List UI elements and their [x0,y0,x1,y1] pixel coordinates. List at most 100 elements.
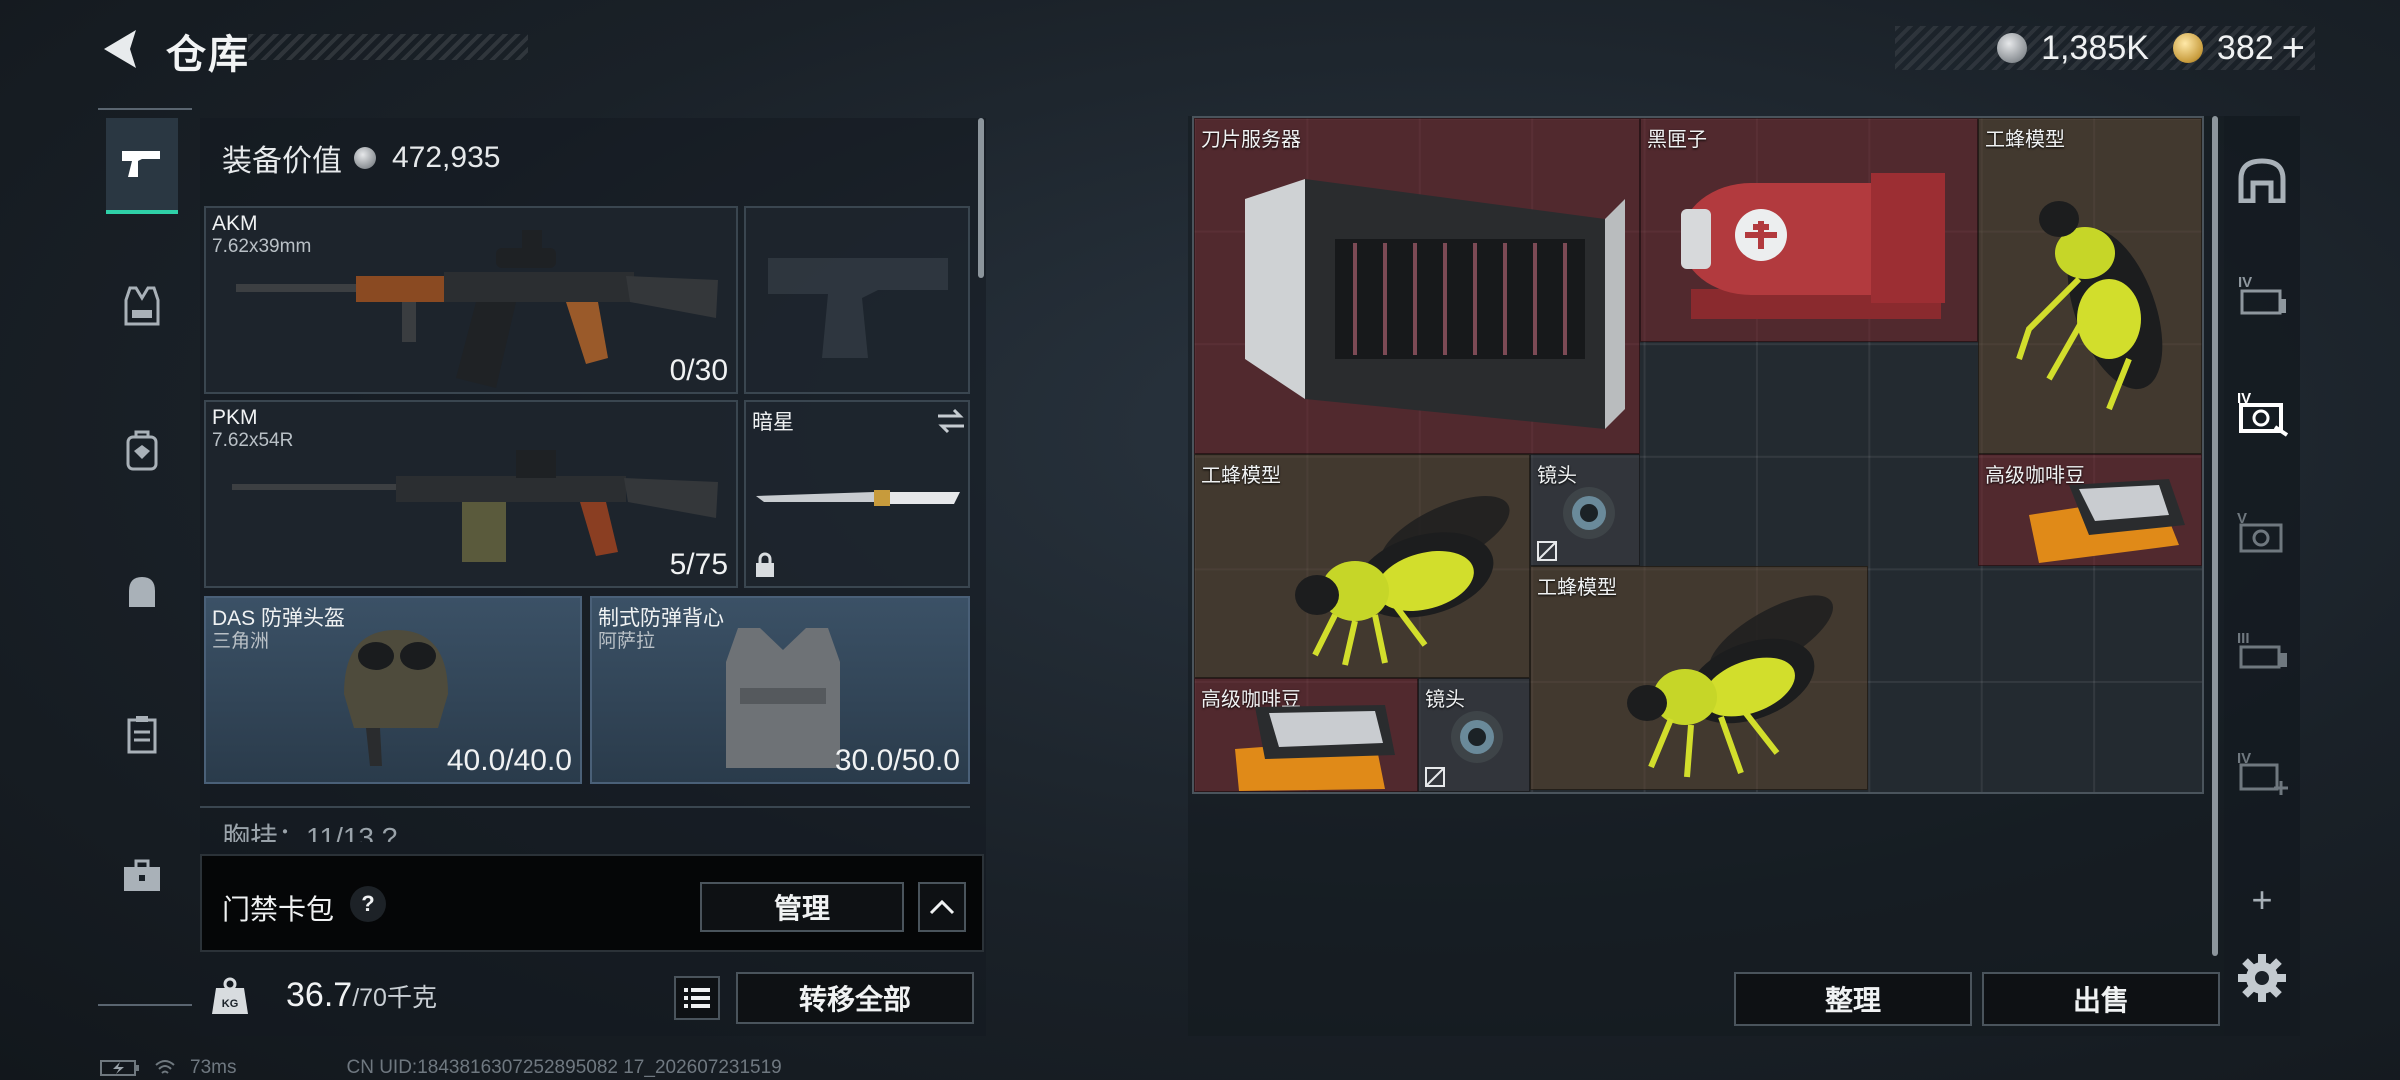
no-insure-icon [1537,541,1557,561]
swap-icon[interactable] [936,408,966,434]
coffee-bag-image [2029,479,2185,563]
armor-durability: 30.0/50.0 [834,744,960,777]
storage-tab-4b-icon: IV [2237,390,2289,437]
storage-scrollbar[interactable] [2212,116,2218,956]
weight-limit: /70千克 [352,984,437,1012]
lens-image [1451,711,1503,763]
storage-tab-4b[interactable]: IV [2230,380,2294,444]
toolbox-icon [124,859,160,891]
helmet-bag-icon [129,577,155,607]
storage-item[interactable]: 高级咖啡豆 [1978,454,2202,566]
category-bag-tab[interactable] [106,544,178,640]
backpack-icon [126,430,158,471]
svg-text:KG: KG [222,998,239,1010]
bee-model-image [1627,595,1833,778]
item-label: 黑匣子 [1647,129,1707,151]
vest-image [726,628,840,768]
keycard-label: 门禁卡包 [222,894,335,925]
storage-item[interactable]: 镜头 [1418,678,1530,792]
helmet-durability: 40.0/40.0 [446,744,572,777]
storage-tab-helmet[interactable] [2230,148,2294,212]
sidearm-slot[interactable] [744,206,970,394]
chevron-up-icon [929,899,955,915]
carried-weight: 36.7 [286,976,353,1014]
keycard-bar: 门禁卡包 ? 管理 [200,854,984,952]
category-weapons-tab[interactable] [106,118,178,214]
blade-server-image [1245,179,1625,429]
armor-origin: 阿萨拉 [598,631,656,652]
storage-item[interactable]: 黑匣子 [1640,118,1978,342]
case-icon [127,716,157,754]
pistol-icon [122,151,160,177]
gold-currency-value: 382 [2216,28,2274,67]
list-icon [684,988,710,1008]
chest-rig-capacity: 胸挂：11/13 ? [222,822,398,842]
silver-coin-icon [354,147,376,169]
svg-text:III: III [2237,630,2250,647]
primary-weapon-slot[interactable]: AKM 7.62x39mm 0/30 [204,206,738,394]
back-arrow-icon [104,30,136,68]
gold-coin-icon [2172,33,2203,63]
chest-rig-row[interactable]: 胸挂：11/13 ? [200,806,970,842]
knife-image [756,490,960,506]
back-button[interactable] [96,24,146,74]
rail-divider [98,1004,192,1006]
storage-tab-5[interactable]: V [2230,500,2294,564]
storage-tab-4-add[interactable]: IV [2230,740,2294,804]
add-storage-tab-button[interactable]: + [2238,876,2286,924]
settings-button[interactable] [2236,952,2288,1004]
storage-item[interactable]: 工蜂模型 [1978,118,2202,454]
title-decoration [248,34,528,60]
storage-item[interactable]: 工蜂模型 [1530,566,1868,790]
weight-value: 36.7/70千克 [286,976,437,1015]
weight-bar: KG 36.7/70千克 转移全部 [200,956,984,1036]
helmet-slot[interactable]: DAS 防弹头盔 三角洲 40.0/40.0 [204,596,582,784]
lock-icon [756,552,774,577]
transfer-all-button[interactable]: 转移全部 [736,972,974,1024]
storage-item[interactable]: 工蜂模型 [1194,454,1530,678]
add-currency-button[interactable]: + [2282,26,2305,71]
sell-button[interactable]: 出售 [1982,972,2220,1026]
item-label: 工蜂模型 [1985,129,2065,151]
gear-value-bar: 装备价值 472,935 [200,118,976,198]
empty-pistol-icon [768,258,948,358]
helmet-tab-icon [2238,158,2286,203]
bee-model-image [1295,496,1510,666]
storage-tab-3-icon: III [2237,630,2287,669]
status-line: 73ms CN UID:1843816307252895082 17_20260… [100,1056,782,1080]
category-case-tab[interactable] [106,686,178,782]
storage-tab-5-icon: V [2237,510,2283,553]
loadout-scrollbar[interactable] [978,118,984,278]
storage-tab-4[interactable]: IV [2230,262,2294,326]
storage-tab-4-add-icon: IV [2237,750,2288,795]
collapse-button[interactable] [918,882,966,932]
machinegun-image [232,450,718,562]
storage-item[interactable]: 刀片服务器 [1194,118,1640,454]
keycard-help-button[interactable]: ? [350,886,386,922]
list-view-button[interactable] [674,976,720,1020]
storage-grid[interactable]: 刀片服务器 黑匣子 工蜂模型 工蜂模型 镜头 高级咖啡豆 工蜂模型 高级咖啡豆 … [1192,116,2204,794]
battery-icon [100,1060,139,1076]
melee-slot[interactable]: 暗星 [744,400,970,588]
gear-value-label: 装备价值 [222,145,342,178]
category-backpack-tab[interactable] [106,402,178,498]
storage-item[interactable]: 镜头 [1530,454,1640,566]
no-insure-icon [1425,767,1445,787]
body-armor-slot[interactable]: 制式防弹背心 阿萨拉 30.0/50.0 [590,596,970,784]
page-title: 仓库 [166,33,250,77]
category-vest-tab[interactable] [106,258,178,354]
wifi-icon [155,1060,175,1074]
storage-tab-3[interactable]: III [2230,620,2294,684]
svg-text:IV: IV [2238,274,2252,291]
currency-bar: 1,385K 382 + [1895,26,2315,70]
item-label: 刀片服务器 [1201,129,1301,151]
ammo-count: 0/30 [669,354,728,387]
bee-model-image [2016,201,2163,411]
vest-icon [124,286,160,326]
storage-item[interactable]: 高级咖啡豆 [1194,678,1418,792]
sort-button[interactable]: 整理 [1734,972,1972,1026]
secondary-weapon-slot[interactable]: PKM 7.62x54R 5/75 [204,400,738,588]
category-toolbox-tab[interactable] [106,828,178,924]
manage-button[interactable]: 管理 [700,882,904,932]
weight-kg-icon: KG [212,977,248,1014]
